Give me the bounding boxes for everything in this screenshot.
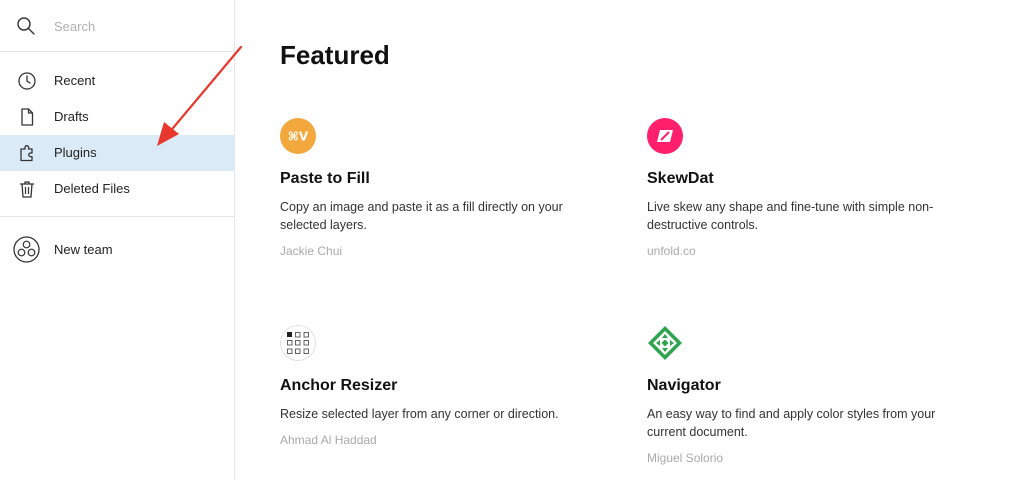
sidebar-item-recent[interactable]: Recent	[0, 63, 235, 99]
plugin-card-anchor-resizer[interactable]: Anchor Resizer Resize selected layer fro…	[280, 325, 600, 465]
plugin-name[interactable]: SkewDat	[647, 170, 714, 188]
sidebar-item-label: New team	[54, 242, 113, 257]
paste-to-fill-logo-text: ⌘V	[288, 130, 309, 144]
plugin-author: unfold.co	[647, 244, 696, 258]
sidebar-item-drafts[interactable]: Drafts	[0, 99, 235, 135]
sidebar: Recent Drafts Plugins	[0, 0, 235, 480]
main-content: Featured ⌘V Paste to Fill Copy an image …	[236, 0, 1024, 480]
plugin-name[interactable]: Paste to Fill	[280, 170, 370, 188]
paste-to-fill-logo-icon: ⌘V	[280, 118, 316, 154]
sidebar-item-label: Recent	[54, 73, 96, 88]
anchor-resizer-logo-icon	[280, 325, 316, 361]
plugin-description: Resize selected layer from any corner or…	[280, 407, 559, 421]
skewdat-logo-icon	[647, 118, 683, 154]
plugin-card-navigator[interactable]: Navigator An easy way to find and apply …	[647, 325, 967, 475]
team-icon	[13, 236, 40, 263]
plugin-card-skewdat[interactable]: SkewDat Live skew any shape and fine-tun…	[647, 118, 967, 268]
plugin-icon	[17, 143, 37, 163]
app-window: Recent Drafts Plugins	[0, 0, 1024, 480]
sidebar-divider	[0, 216, 235, 217]
plugin-author: Miguel Solorio	[647, 451, 724, 465]
sidebar-item-label: Drafts	[54, 109, 89, 124]
plugin-card-paste-to-fill[interactable]: ⌘V Paste to Fill Copy an image and paste…	[280, 118, 600, 268]
plugin-description: Copy an image and paste it as a fill dir…	[280, 200, 563, 232]
plugin-description: An easy way to find and apply color styl…	[647, 407, 936, 439]
file-icon	[17, 107, 37, 127]
trash-icon	[17, 179, 37, 199]
clock-icon	[17, 71, 37, 91]
plugin-author: Jackie Chui	[280, 244, 343, 258]
sidebar-nav: Recent Drafts Plugins Deleted Files	[0, 63, 235, 207]
page-title: Featured	[280, 40, 390, 70]
sidebar-item-label: Deleted Files	[54, 181, 130, 196]
sidebar-item-plugins[interactable]: Plugins	[0, 135, 235, 171]
plugin-name[interactable]: Navigator	[647, 377, 721, 395]
plugin-description: Live skew any shape and fine-tune with s…	[647, 200, 934, 232]
plugin-name[interactable]: Anchor Resizer	[280, 377, 397, 395]
sidebar-item-label: Plugins	[54, 145, 97, 160]
search-input[interactable]	[54, 16, 214, 36]
sidebar-item-deleted-files[interactable]: Deleted Files	[0, 171, 235, 207]
plugin-author: Ahmad Al Haddad	[280, 433, 377, 447]
navigator-logo-icon	[647, 325, 683, 361]
search-icon[interactable]	[16, 16, 36, 36]
sidebar-item-new-team[interactable]: New team	[0, 230, 235, 268]
search-bar	[0, 0, 235, 52]
